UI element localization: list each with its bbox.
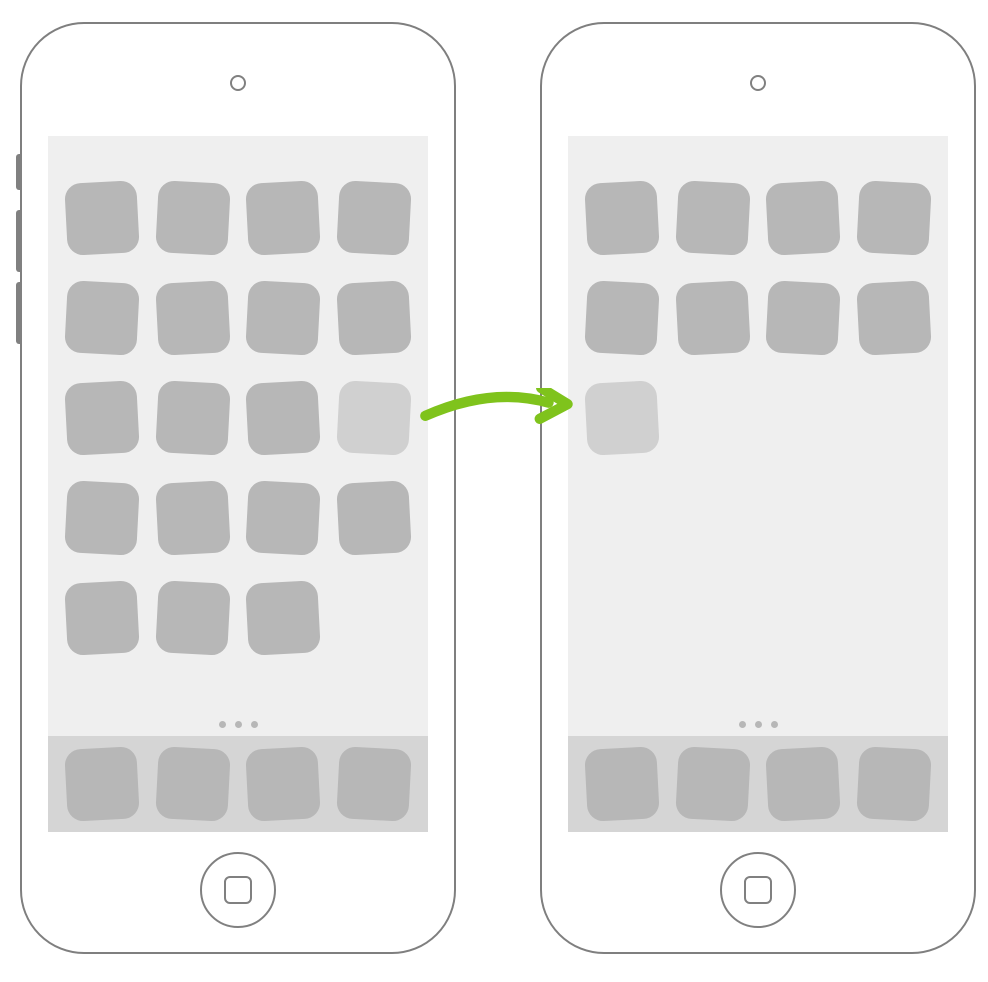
home-button-glyph-icon <box>224 876 252 904</box>
home-button-glyph-icon <box>744 876 772 904</box>
app-grid <box>586 182 930 454</box>
app-icon[interactable] <box>245 480 321 556</box>
app-icon[interactable] <box>584 180 660 256</box>
side-button-vol-up <box>16 210 22 272</box>
empty-slot <box>767 382 839 454</box>
page-dot <box>755 721 762 728</box>
app-icon[interactable] <box>64 580 140 656</box>
page-dot <box>771 721 778 728</box>
app-icon[interactable] <box>245 380 321 456</box>
app-icon[interactable] <box>155 180 231 256</box>
front-camera-icon <box>230 75 246 91</box>
app-row <box>66 582 410 654</box>
app-icon[interactable] <box>856 180 932 256</box>
app-row <box>66 282 410 354</box>
side-button-vol-down <box>16 282 22 344</box>
app-icon[interactable] <box>64 380 140 456</box>
app-row <box>586 282 930 354</box>
home-button[interactable] <box>720 852 796 928</box>
app-icon[interactable] <box>584 280 660 356</box>
app-row <box>586 382 930 454</box>
dock <box>48 736 428 832</box>
app-icon[interactable] <box>765 280 841 356</box>
dock-app-icon[interactable] <box>675 746 751 822</box>
app-icon[interactable] <box>336 180 412 256</box>
empty-slot <box>677 382 749 454</box>
app-icon[interactable] <box>336 280 412 356</box>
dock-app-icon[interactable] <box>155 746 231 822</box>
page-dot <box>219 721 226 728</box>
app-icon[interactable] <box>765 180 841 256</box>
app-icon[interactable] <box>245 580 321 656</box>
dragging-app-icon[interactable] <box>584 380 660 456</box>
app-icon[interactable] <box>64 280 140 356</box>
dock-app-icon[interactable] <box>765 746 841 822</box>
empty-slot <box>858 382 930 454</box>
app-icon[interactable] <box>856 280 932 356</box>
dock-app-icon[interactable] <box>64 746 140 822</box>
empty-slot <box>338 582 410 654</box>
app-grid <box>66 182 410 654</box>
dock-app-icon[interactable] <box>336 746 412 822</box>
app-row <box>586 182 930 254</box>
dock-app-icon[interactable] <box>856 746 932 822</box>
app-icon[interactable] <box>245 280 321 356</box>
app-icon[interactable] <box>155 380 231 456</box>
front-camera-icon <box>750 75 766 91</box>
page-dot <box>235 721 242 728</box>
dock-app-icon[interactable] <box>584 746 660 822</box>
app-row <box>66 482 410 554</box>
page-dots[interactable] <box>48 721 428 728</box>
app-icon[interactable] <box>155 580 231 656</box>
app-icon[interactable] <box>245 180 321 256</box>
dock <box>568 736 948 832</box>
app-icon[interactable] <box>675 180 751 256</box>
page-dots[interactable] <box>568 721 948 728</box>
app-icon[interactable] <box>155 280 231 356</box>
dragging-app-icon[interactable] <box>336 380 412 456</box>
app-row <box>66 182 410 254</box>
page-dot <box>739 721 746 728</box>
app-row <box>66 382 410 454</box>
side-button-mute <box>16 154 22 190</box>
app-icon[interactable] <box>336 480 412 556</box>
app-icon[interactable] <box>64 480 140 556</box>
page-dot <box>251 721 258 728</box>
dock-app-icon[interactable] <box>245 746 321 822</box>
device-source <box>20 22 456 954</box>
app-icon[interactable] <box>155 480 231 556</box>
home-screen[interactable] <box>48 136 428 832</box>
home-button[interactable] <box>200 852 276 928</box>
device-target <box>540 22 976 954</box>
app-icon[interactable] <box>675 280 751 356</box>
home-screen[interactable] <box>568 136 948 832</box>
diagram-stage <box>0 0 988 982</box>
app-icon[interactable] <box>64 180 140 256</box>
